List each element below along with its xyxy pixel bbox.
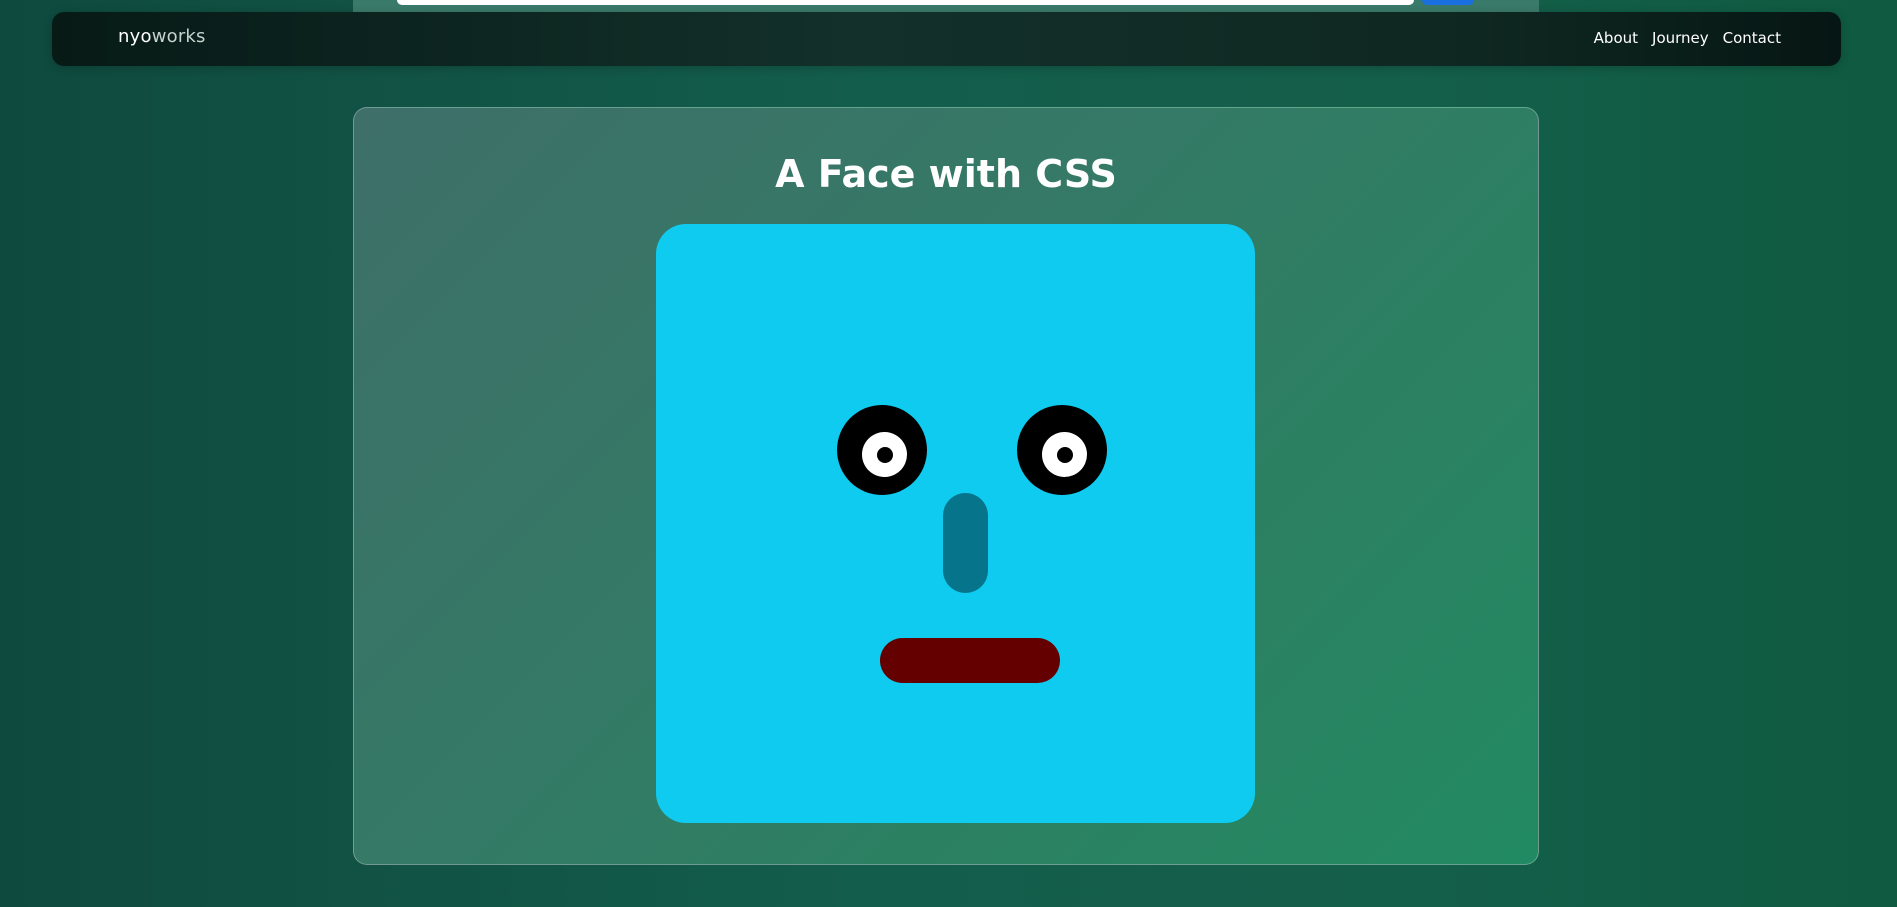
right-eye-white xyxy=(1042,432,1087,477)
nose xyxy=(943,493,988,593)
brand-primary: nyo xyxy=(118,26,152,47)
navbar: nyoworks About Journey Contact xyxy=(52,12,1841,66)
face-card: A Face with CSS xyxy=(353,107,1539,865)
mouth xyxy=(880,638,1060,683)
nav-link-journey[interactable]: Journey xyxy=(1652,29,1709,47)
left-eye xyxy=(837,405,927,495)
previous-section-button[interactable] xyxy=(1422,0,1474,5)
card-title: A Face with CSS xyxy=(775,152,1117,196)
nav-link-about[interactable]: About xyxy=(1594,29,1638,47)
previous-section-input[interactable] xyxy=(397,0,1414,5)
left-eye-white xyxy=(862,432,907,477)
nav-links: About Journey Contact xyxy=(1594,29,1781,47)
right-pupil xyxy=(1057,447,1073,463)
right-eye xyxy=(1017,405,1107,495)
nav-link-contact[interactable]: Contact xyxy=(1723,29,1781,47)
brand-secondary: works xyxy=(151,26,206,47)
left-pupil xyxy=(877,447,893,463)
brand-logo[interactable]: nyoworks xyxy=(118,26,206,47)
css-face xyxy=(656,224,1255,823)
